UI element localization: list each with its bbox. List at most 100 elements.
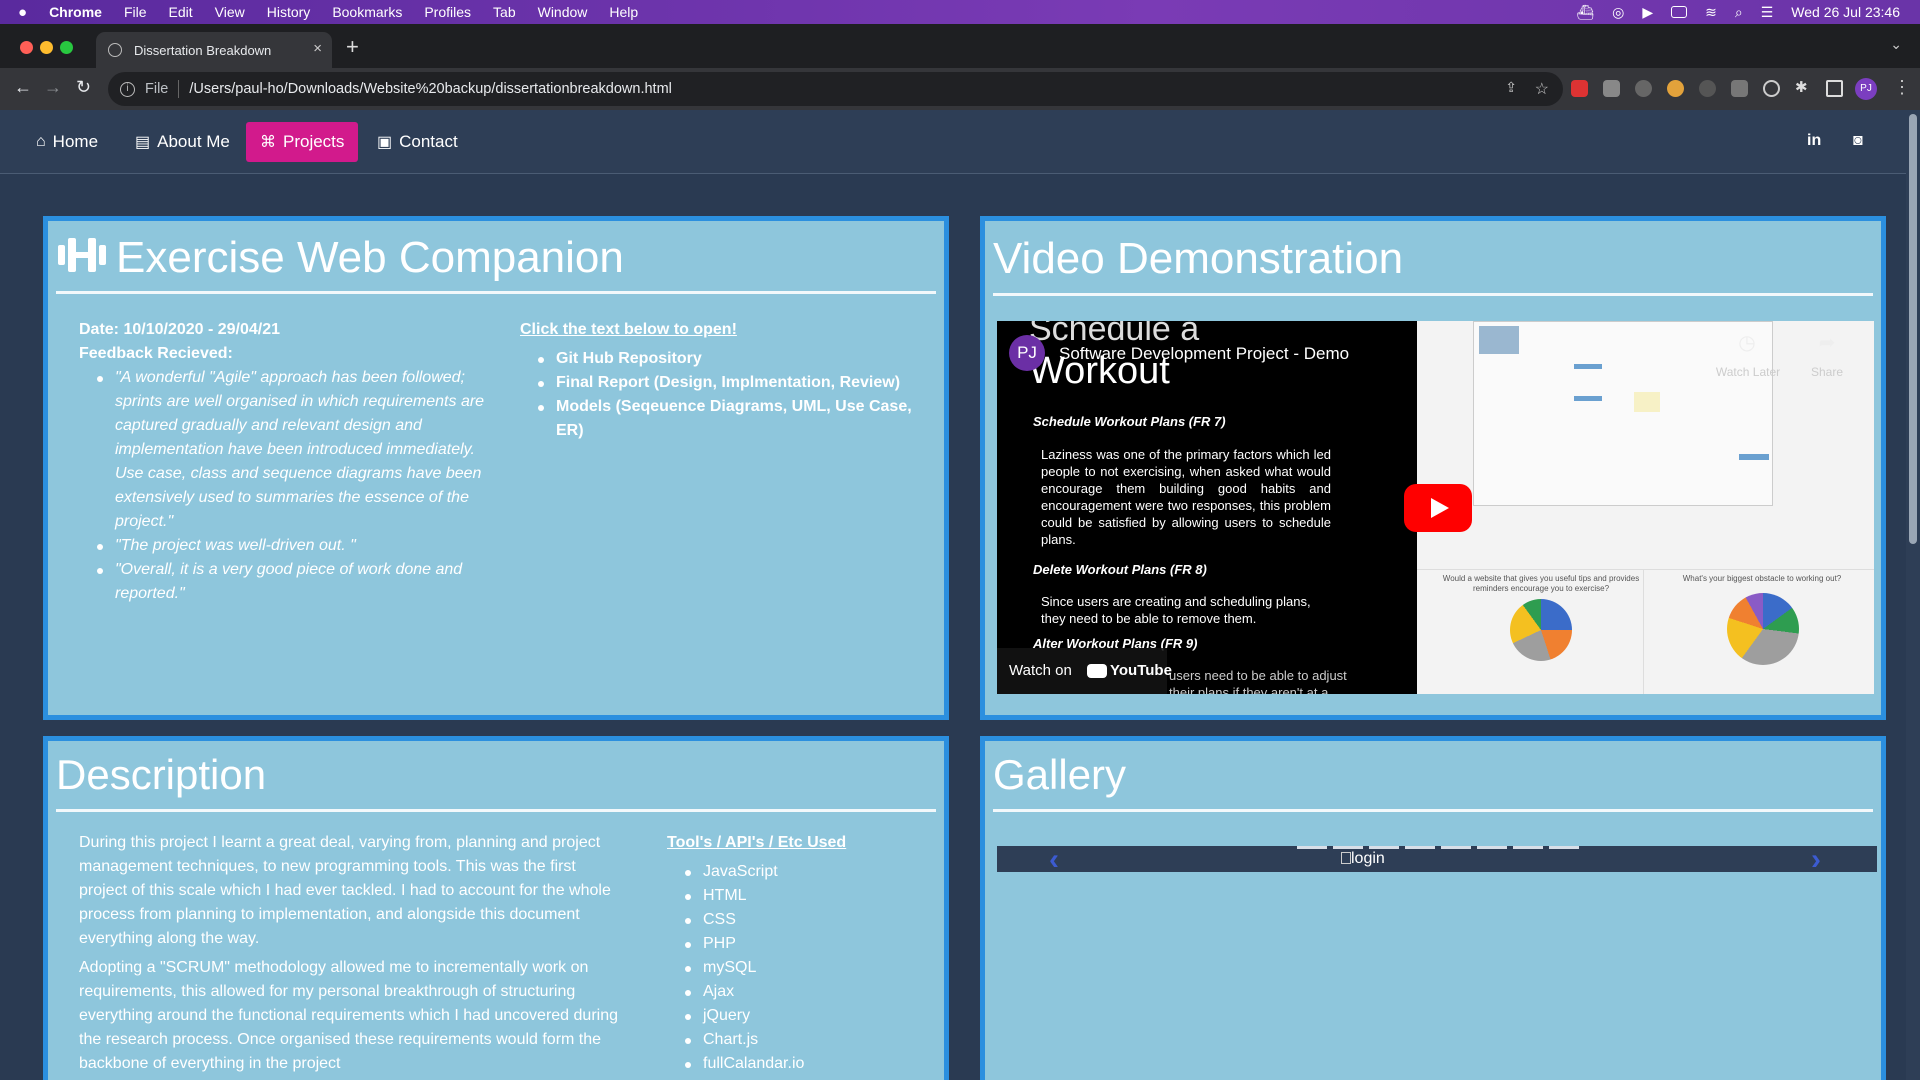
survey-chart-question-2: What's your biggest obstacle to working … — [1682, 574, 1842, 583]
menu-tab[interactable]: Tab — [493, 4, 516, 20]
site-info-icon[interactable]: i — [120, 81, 135, 97]
description-heading: Description — [56, 751, 267, 798]
menu-help[interactable]: Help — [609, 4, 638, 20]
menubar-clock[interactable]: Wed 26 Jul 23:46 — [1791, 4, 1900, 20]
status-icon[interactable]: ◎ — [1612, 4, 1624, 21]
scrollbar-thumb[interactable] — [1909, 114, 1917, 544]
battery-icon[interactable] — [1671, 6, 1688, 18]
extension-icon[interactable] — [1699, 80, 1716, 97]
new-tab-button[interactable]: + — [346, 34, 359, 60]
nav-projects[interactable]: ⌘ Projects — [246, 122, 359, 162]
tab-close-icon[interactable]: × — [313, 40, 322, 57]
profile-avatar[interactable]: PJ — [1855, 78, 1877, 100]
project-date: Date: 10/10/2020 - 29/04/21 — [79, 321, 281, 338]
web-page: ⌂ Home ▤ About Me ⌘ Projects ▣ Contact i… — [0, 110, 1920, 1080]
control-center-icon[interactable]: ☰ — [1761, 4, 1774, 21]
apple-menu-icon[interactable]: ● — [18, 4, 27, 21]
docker-icon[interactable]: ⛴ — [1576, 4, 1594, 21]
menu-window[interactable]: Window — [538, 4, 588, 20]
browser-tab-active[interactable]: Dissertation Breakdown × — [96, 32, 332, 68]
carousel-indicator[interactable] — [1333, 846, 1363, 849]
share-icon[interactable]: ⇪ — [1505, 79, 1517, 96]
side-panel-icon[interactable] — [1826, 80, 1843, 97]
nav-home[interactable]: ⌂ Home — [22, 122, 112, 162]
menu-file[interactable]: File — [124, 4, 147, 20]
home-icon: ⌂ — [36, 133, 46, 150]
extension-icon[interactable] — [1635, 80, 1652, 97]
extensions-puzzle-icon[interactable]: ✱ — [1795, 78, 1812, 96]
tool-item: mySQL — [681, 956, 917, 980]
youtube-play-button[interactable] — [1404, 484, 1472, 532]
browser-menu-icon[interactable]: ⋮ — [1893, 77, 1911, 98]
slide-divider — [1417, 569, 1874, 570]
nav-about-label: About Me — [157, 132, 230, 151]
bookmark-star-icon[interactable]: ☆ — [1535, 79, 1549, 99]
url-text[interactable]: /Users/paul-ho/Downloads/Website%20backu… — [189, 81, 672, 97]
slide-text-2: Since users are creating and scheduling … — [1041, 594, 1311, 626]
tab-search-chevron-icon[interactable]: ⌄ — [1890, 36, 1902, 53]
forward-arrow-icon[interactable]: → — [44, 77, 62, 98]
nav-contact[interactable]: ▣ Contact — [363, 122, 472, 162]
links-heading[interactable]: Click the text below to open! — [520, 318, 930, 342]
wifi-icon[interactable]: ≋ — [1705, 4, 1717, 21]
feedback-item: "The project was well-driven out. " — [93, 534, 489, 558]
window-zoom-button[interactable] — [60, 41, 73, 54]
window-minimize-button[interactable] — [40, 41, 53, 54]
feedback-list: "A wonderful "Agile" approach has been f… — [79, 366, 489, 606]
calendar-event — [1574, 364, 1602, 369]
id-card-icon: ▤ — [135, 134, 151, 151]
menu-edit[interactable]: Edit — [169, 4, 193, 20]
broken-image-icon — [1341, 852, 1351, 864]
channel-avatar[interactable]: PJ — [1009, 335, 1045, 371]
play-icon[interactable]: ▶ — [1642, 4, 1653, 21]
menu-profiles[interactable]: Profiles — [424, 4, 471, 20]
carousel-indicator[interactable] — [1477, 846, 1507, 849]
nav-about-me[interactable]: ▤ About Me — [121, 122, 244, 162]
window-close-button[interactable] — [20, 41, 33, 54]
carousel-prev-button[interactable]: ‹ — [1049, 845, 1059, 875]
tab-title: Dissertation Breakdown — [134, 42, 272, 58]
video-title[interactable]: Software Development Project - Demo — [1059, 344, 1349, 364]
carousel-indicator[interactable] — [1369, 846, 1399, 849]
extension-icon[interactable] — [1731, 80, 1748, 97]
title-divider — [56, 291, 936, 294]
carousel-indicator[interactable] — [1513, 846, 1543, 849]
menu-view[interactable]: View — [215, 4, 245, 20]
adblock-extension-icon[interactable] — [1571, 80, 1588, 97]
gallery-carousel[interactable]: ‹ login › — [997, 845, 1877, 875]
youtube-video-embed[interactable]: Would a website that gives you useful ti… — [997, 321, 1874, 694]
url-separator — [178, 80, 180, 98]
linkedin-icon[interactable]: in — [1807, 132, 1821, 150]
nav-projects-label: Projects — [283, 132, 345, 151]
spotlight-search-icon[interactable]: ⌕ — [1735, 4, 1743, 21]
tool-item: jQuery — [681, 1004, 917, 1028]
carousel-indicator[interactable] — [1405, 846, 1435, 849]
back-arrow-icon[interactable]: ← — [14, 77, 32, 98]
slide-divider — [1643, 569, 1644, 694]
carousel-indicator[interactable] — [1297, 846, 1327, 849]
feedback-item: "Overall, it is a very good piece of wor… — [93, 558, 489, 606]
menu-app-name[interactable]: Chrome — [49, 4, 102, 20]
link-final-report[interactable]: Final Report (Design, Implmentation, Rev… — [534, 371, 930, 395]
contact-card-icon: ▣ — [377, 134, 393, 151]
gallery-image-alt: login — [1351, 850, 1385, 867]
address-bar[interactable]: i File /Users/paul-ho/Downloads/Website%… — [108, 72, 1563, 106]
carousel-indicator[interactable] — [1549, 846, 1579, 849]
watch-on-youtube-button[interactable]: Watch on YouTube — [997, 648, 1172, 694]
link-github-repository[interactable]: Git Hub Repository — [534, 347, 930, 371]
watch-later-button[interactable]: Watch Later — [1710, 364, 1786, 381]
extension-icon[interactable] — [1667, 80, 1684, 97]
extension-icon[interactable] — [1763, 80, 1780, 97]
instagram-icon[interactable]: ◙ — [1853, 132, 1863, 150]
slide-item-2: Delete Workout Plans (FR 8) — [1033, 562, 1207, 577]
video-share-button[interactable]: Share — [1802, 364, 1852, 381]
menu-bookmarks[interactable]: Bookmarks — [332, 4, 402, 20]
link-models[interactable]: Models (Seqeuence Diagrams, UML, Use Cas… — [534, 395, 930, 443]
reload-icon[interactable]: ↻ — [76, 77, 91, 98]
extension-icon[interactable] — [1603, 80, 1620, 97]
carousel-next-button[interactable]: › — [1811, 845, 1821, 875]
carousel-indicator[interactable] — [1441, 846, 1471, 849]
gallery-heading: Gallery — [993, 751, 1127, 798]
menu-history[interactable]: History — [267, 4, 311, 20]
page-scrollbar[interactable] — [1906, 110, 1920, 1080]
